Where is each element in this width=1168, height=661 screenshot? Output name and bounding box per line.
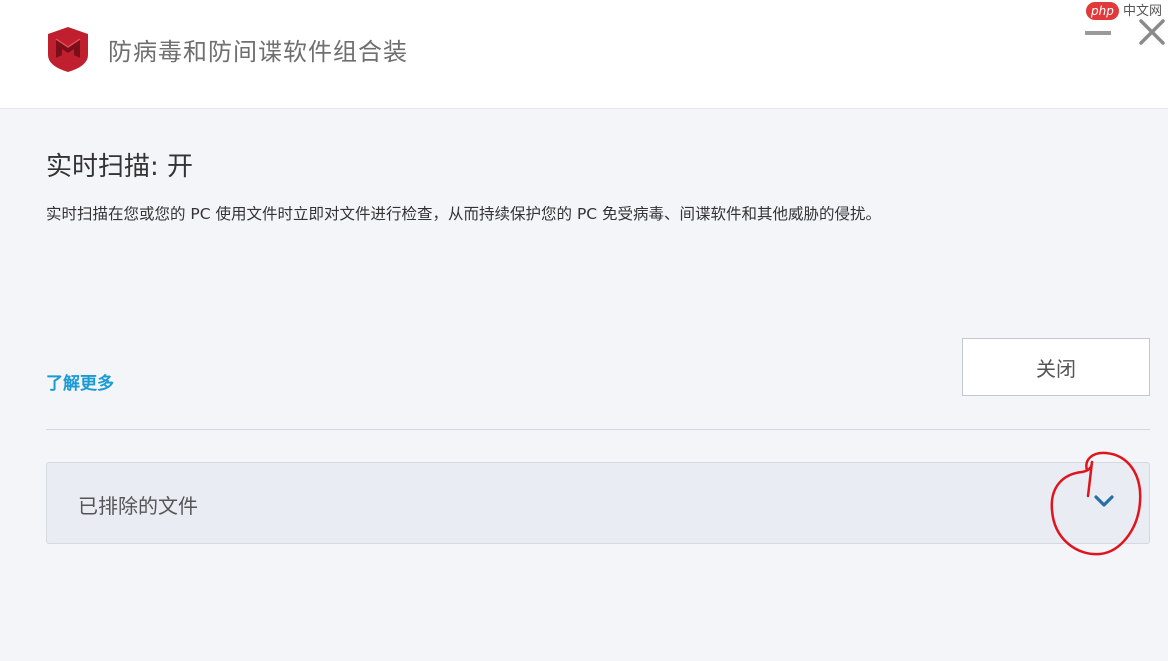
excluded-files-panel[interactable]: 已排除的文件 xyxy=(46,462,1150,544)
title-bar: 防病毒和防间谍软件组合装 php 中文网 xyxy=(0,0,1168,109)
page-title: 实时扫描: 开 xyxy=(46,152,194,182)
learn-more-link[interactable]: 了解更多 xyxy=(46,369,114,394)
minimize-icon[interactable] xyxy=(1084,18,1112,46)
mcafee-shield-logo xyxy=(48,27,88,72)
scan-description: 实时扫描在您或您的 PC 使用文件时立即对文件进行检查，从而持续保护您的 PC … xyxy=(46,205,882,223)
turn-off-button[interactable]: 关闭 xyxy=(962,338,1150,396)
app-title: 防病毒和防间谍软件组合装 xyxy=(108,38,408,66)
chevron-down-icon[interactable] xyxy=(1093,493,1115,509)
excluded-files-label: 已排除的文件 xyxy=(78,494,198,518)
divider xyxy=(46,429,1150,430)
watermark-text: 中文网 xyxy=(1122,4,1162,19)
watermark-badge: php xyxy=(1086,2,1119,20)
close-icon[interactable] xyxy=(1138,18,1166,46)
watermark: php 中文网 xyxy=(1086,0,1162,20)
